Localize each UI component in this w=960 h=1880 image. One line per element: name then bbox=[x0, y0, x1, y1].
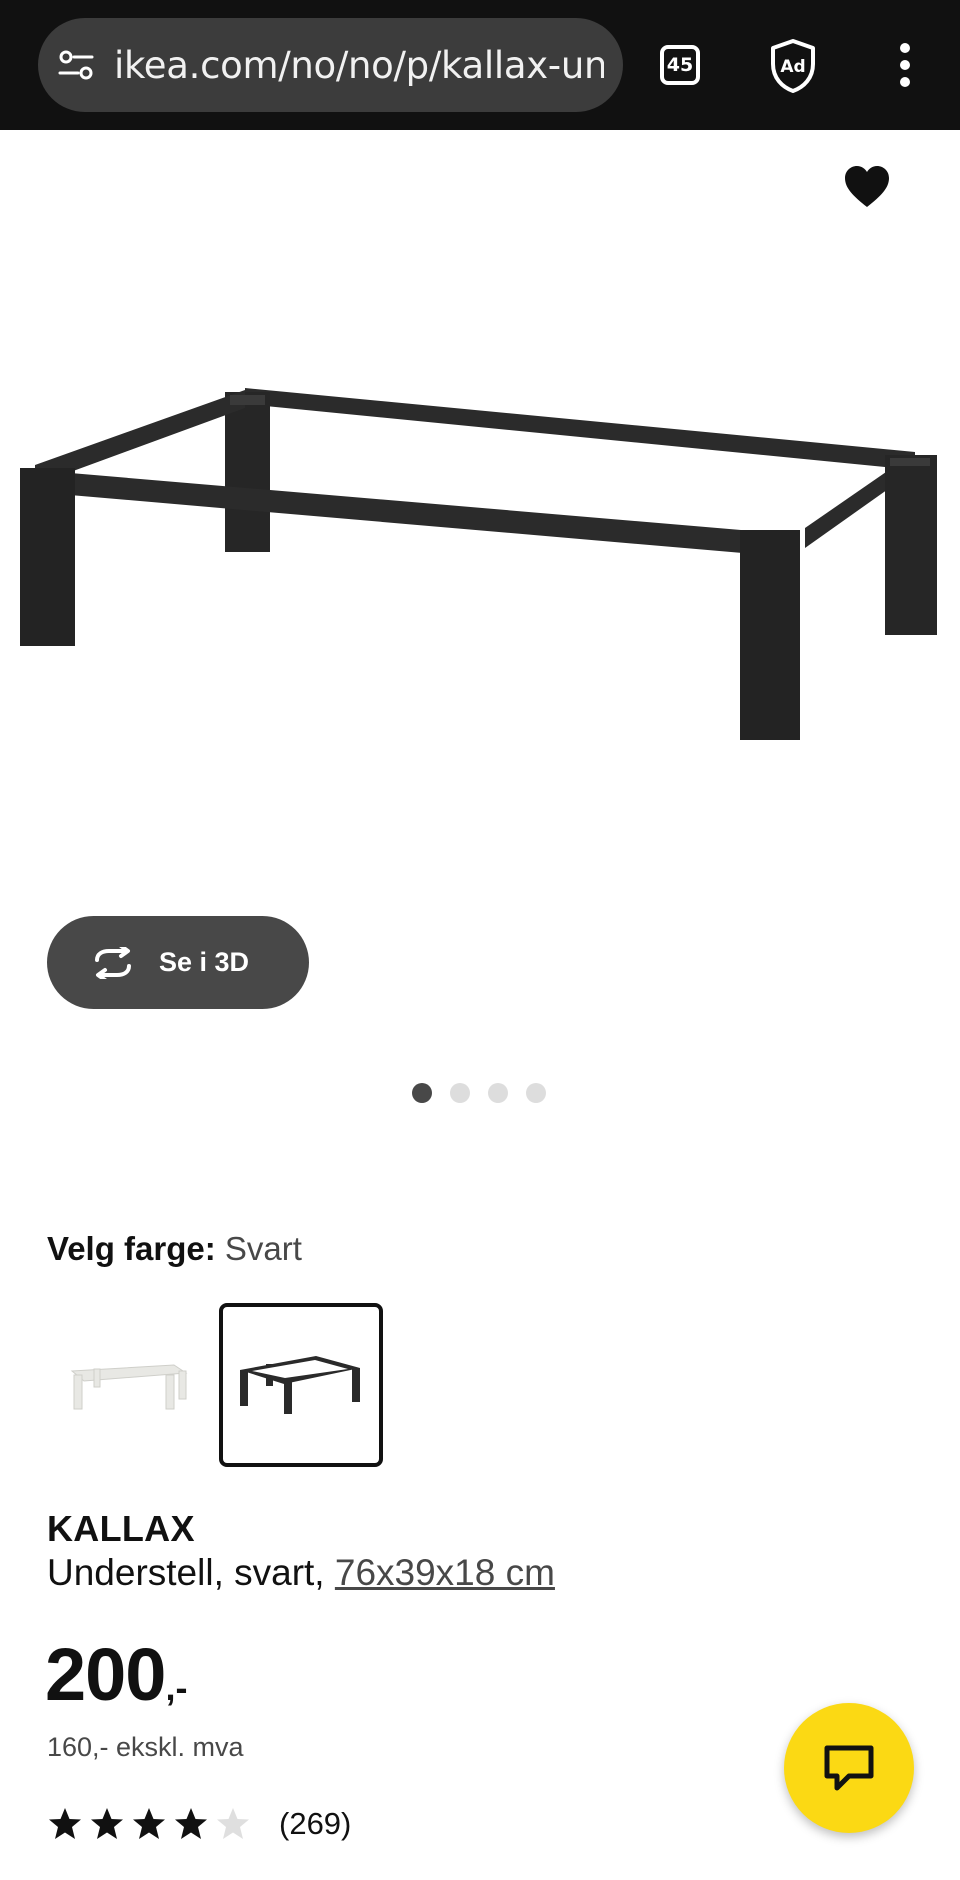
more-vert-icon[interactable] bbox=[890, 40, 920, 90]
tune-icon[interactable] bbox=[56, 45, 96, 85]
price-integer: 200 bbox=[45, 1633, 166, 1716]
url-text[interactable]: ikea.com/no/no/p/kallax-unders bbox=[114, 44, 604, 87]
rating-stars bbox=[47, 1807, 251, 1841]
color-selector-heading: Velg farge: Svart bbox=[47, 1230, 302, 1268]
product-type: Understell, svart, bbox=[47, 1552, 335, 1593]
color-selected-value: Svart bbox=[224, 1230, 302, 1267]
price-excl-vat: 160,- ekskl. mva bbox=[47, 1732, 244, 1762]
address-bar[interactable]: ikea.com/no/no/p/kallax-unders bbox=[38, 18, 623, 112]
svg-text:Ad: Ad bbox=[780, 57, 805, 77]
carousel-dot[interactable] bbox=[412, 1083, 432, 1103]
favorite-heart-icon[interactable] bbox=[843, 165, 891, 209]
product-description: Understell, svart, 76x39x18 cm bbox=[47, 1552, 555, 1594]
product-name: KALLAX bbox=[47, 1508, 195, 1549]
product-size-link[interactable]: 76x39x18 cm bbox=[335, 1552, 555, 1593]
carousel-dot[interactable] bbox=[488, 1083, 508, 1103]
white-frame-thumbnail bbox=[70, 1364, 188, 1410]
star-filled-icon bbox=[91, 1808, 123, 1839]
review-count[interactable]: (269) bbox=[279, 1806, 351, 1842]
star-empty-icon bbox=[217, 1808, 249, 1839]
product-rating[interactable]: (269) bbox=[47, 1806, 351, 1842]
rotate-3d-icon bbox=[95, 946, 131, 979]
color-swatch-white[interactable] bbox=[47, 1303, 211, 1467]
tabs-icon[interactable]: 45 bbox=[660, 45, 700, 85]
product-price: 200,- bbox=[45, 1632, 187, 1717]
price-suffix: ,- bbox=[165, 1667, 188, 1708]
color-swatch-black[interactable] bbox=[219, 1303, 383, 1467]
carousel-dot[interactable] bbox=[450, 1083, 470, 1103]
carousel-dot[interactable] bbox=[526, 1083, 546, 1103]
chat-button[interactable] bbox=[784, 1703, 914, 1833]
tab-count: 45 bbox=[666, 54, 694, 76]
color-label: Velg farge: bbox=[47, 1230, 216, 1267]
product-image[interactable] bbox=[10, 370, 950, 790]
adblock-shield-icon[interactable]: Ad bbox=[768, 38, 818, 94]
star-filled-icon bbox=[49, 1808, 81, 1839]
see-in-3d-label: Se i 3D bbox=[159, 947, 250, 977]
image-carousel-dots bbox=[412, 1083, 546, 1103]
star-filled-icon bbox=[133, 1808, 165, 1839]
chat-bubble-icon bbox=[824, 1745, 874, 1791]
star-filled-icon bbox=[175, 1808, 207, 1839]
black-frame-thumbnail bbox=[240, 1356, 360, 1414]
browser-toolbar: ikea.com/no/no/p/kallax-unders 45 Ad bbox=[0, 0, 960, 130]
see-in-3d-button[interactable]: Se i 3D bbox=[47, 916, 309, 1009]
